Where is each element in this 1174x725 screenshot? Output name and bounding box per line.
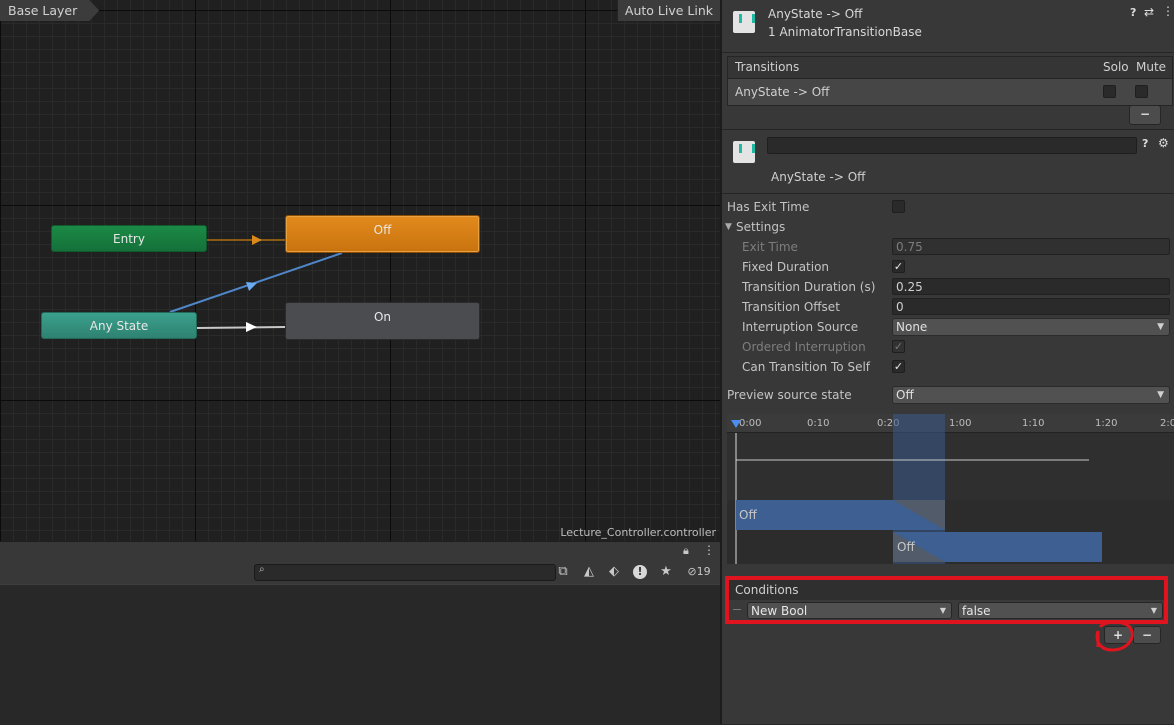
anystate-to-off-arrowhead xyxy=(246,282,257,291)
lock-icon[interactable]: 🔒︎ xyxy=(683,544,689,558)
transition-timeline[interactable]: 0:00 0:10 0:20 1:00 1:10 1:20 2:0 Off Of… xyxy=(727,414,1174,564)
condition-parameter-value: New Bool xyxy=(751,604,808,618)
parameters-toolbar: 🔒︎ ⋮ ⌕ ⧉ ◭ ⬖ ! ★ ⊘19 xyxy=(0,541,720,584)
drag-handle-icon[interactable] xyxy=(733,609,741,610)
has-exit-time-row: Has Exit Time xyxy=(722,197,1174,217)
hidden-count[interactable]: ⊘19 xyxy=(682,562,716,582)
kebab-menu-icon[interactable]: ⋮ xyxy=(1162,4,1174,18)
fixed-duration-row: Fixed Duration ✓ xyxy=(722,257,1174,277)
exit-time-label: Exit Time xyxy=(742,240,798,254)
chevron-down-icon: ▼ xyxy=(1157,390,1164,400)
parameters-list-area xyxy=(0,584,720,725)
transition-duration-field[interactable]: 0.25 xyxy=(892,278,1170,295)
anystate-to-on-arrow xyxy=(196,326,286,329)
can-transition-to-self-checkbox[interactable]: ✓ xyxy=(892,360,905,373)
eye-slash-icon: ⊘ xyxy=(687,565,697,578)
annotation-circle xyxy=(1095,620,1134,652)
has-exit-time-checkbox[interactable] xyxy=(892,200,905,213)
anystate-to-on-arrowhead xyxy=(246,322,257,332)
ordered-interruption-row: Ordered Interruption ✓ xyxy=(722,337,1174,357)
off-state-node[interactable]: Off xyxy=(285,215,480,253)
transition-arrows xyxy=(169,235,343,332)
transition-duration-row: Transition Duration (s) 0.25 xyxy=(722,277,1174,297)
help-icon[interactable]: ? xyxy=(1130,6,1136,19)
condition-value-value: false xyxy=(962,604,991,618)
inspector-title: AnyState -> Off xyxy=(768,7,863,21)
settings-foldout[interactable]: ▼ Settings xyxy=(722,217,1174,237)
exit-time-field: 0.75 xyxy=(892,238,1170,255)
warning-filter-icon[interactable]: ! xyxy=(629,562,651,582)
preview-source-state-label: Preview source state xyxy=(727,388,852,402)
preview-source-state-dropdown[interactable]: Off ▼ xyxy=(892,386,1170,404)
transition-name-field[interactable] xyxy=(767,137,1137,154)
chevron-down-icon: ▼ xyxy=(1150,606,1157,615)
mute-label: Mute xyxy=(1136,60,1167,74)
label-filter-icon[interactable]: ⬖ xyxy=(603,562,625,582)
animator-graph[interactable]: Base Layer Auto Live Link Entry Any Stat… xyxy=(0,0,720,541)
transitions-list-item[interactable]: AnyState -> Off xyxy=(727,78,1173,106)
preset-icon[interactable]: ⇄ xyxy=(1144,5,1154,19)
preview-source-state-row: Preview source state Off ▼ xyxy=(722,385,1174,405)
fixed-duration-label: Fixed Duration xyxy=(742,260,830,274)
transition-icon xyxy=(733,141,755,163)
fixed-duration-checkbox[interactable]: ✓ xyxy=(892,260,905,273)
ordered-interruption-checkbox: ✓ xyxy=(892,340,905,353)
solo-checkbox[interactable] xyxy=(1103,85,1116,98)
divider xyxy=(722,193,1174,194)
entry-to-off-arrowhead xyxy=(252,235,262,245)
interruption-source-dropdown[interactable]: None ▼ xyxy=(892,318,1170,336)
on-state-node[interactable]: On xyxy=(285,302,480,340)
auto-live-link-button[interactable]: Auto Live Link xyxy=(616,0,720,21)
transition-subtitle: AnyState -> Off xyxy=(771,170,866,184)
settings-label: Settings xyxy=(736,220,786,234)
inspector-subtitle: 1 AnimatorTransitionBase xyxy=(768,25,922,39)
mute-checkbox[interactable] xyxy=(1135,85,1148,98)
destination-clip-label: Off xyxy=(897,540,915,554)
search-input[interactable]: ⌕ xyxy=(254,564,556,581)
chevron-down-icon: ▼ xyxy=(939,606,946,615)
has-exit-time-label: Has Exit Time xyxy=(727,200,810,214)
divider xyxy=(722,52,1174,53)
help-icon[interactable]: ? xyxy=(1142,137,1148,150)
breadcrumb[interactable]: Base Layer xyxy=(0,0,99,21)
foldout-arrow-icon[interactable]: ▼ xyxy=(725,217,732,237)
playhead-marker xyxy=(731,420,741,428)
hidden-count-value: 19 xyxy=(696,565,711,578)
transition-item-label: AnyState -> Off xyxy=(735,85,830,99)
transition-offset-field[interactable]: 0 xyxy=(892,298,1170,315)
condition-parameter-dropdown[interactable]: New Bool ▼ xyxy=(747,602,952,619)
transitions-list-header: Transitions Solo Mute xyxy=(727,56,1173,79)
interruption-source-value: None xyxy=(896,320,928,334)
solo-label: Solo xyxy=(1103,60,1129,74)
can-transition-to-self-row: Can Transition To Self ✓ xyxy=(722,357,1174,377)
controller-name: Lecture_Controller.controller xyxy=(560,526,716,539)
transition-offset-row: Transition Offset 0 xyxy=(722,297,1174,317)
can-transition-to-self-label: Can Transition To Self xyxy=(742,360,871,374)
scene-filter-icon[interactable]: ⧉ xyxy=(552,562,574,582)
preview-source-state-value: Off xyxy=(896,388,914,402)
interruption-source-row: Interruption Source None ▼ xyxy=(722,317,1174,337)
transition-icon xyxy=(733,11,755,33)
divider xyxy=(722,129,1174,130)
type-filter-icon[interactable]: ◭ xyxy=(578,562,600,582)
exit-time-row: Exit Time 0.75 xyxy=(722,237,1174,257)
any-state-node[interactable]: Any State xyxy=(41,312,197,339)
interruption-source-label: Interruption Source xyxy=(742,320,859,334)
transition-duration-label: Transition Duration (s) xyxy=(742,280,876,294)
timeline-graphics xyxy=(727,414,1174,564)
source-clip-label: Off xyxy=(739,508,757,522)
favorite-star-icon[interactable]: ★ xyxy=(655,562,677,582)
remove-transition-button[interactable]: − xyxy=(1129,105,1161,125)
gear-icon[interactable]: ⚙ xyxy=(1158,136,1169,150)
kebab-menu-icon[interactable]: ⋮ xyxy=(703,543,715,557)
transition-offset-label: Transition Offset xyxy=(742,300,840,314)
transitions-header-label: Transitions xyxy=(735,60,800,74)
search-icon: ⌕ xyxy=(259,564,265,575)
ordered-interruption-label: Ordered Interruption xyxy=(742,340,866,354)
conditions-header: Conditions xyxy=(729,580,1164,600)
chevron-down-icon: ▼ xyxy=(1157,322,1164,332)
entry-node[interactable]: Entry xyxy=(51,225,207,252)
